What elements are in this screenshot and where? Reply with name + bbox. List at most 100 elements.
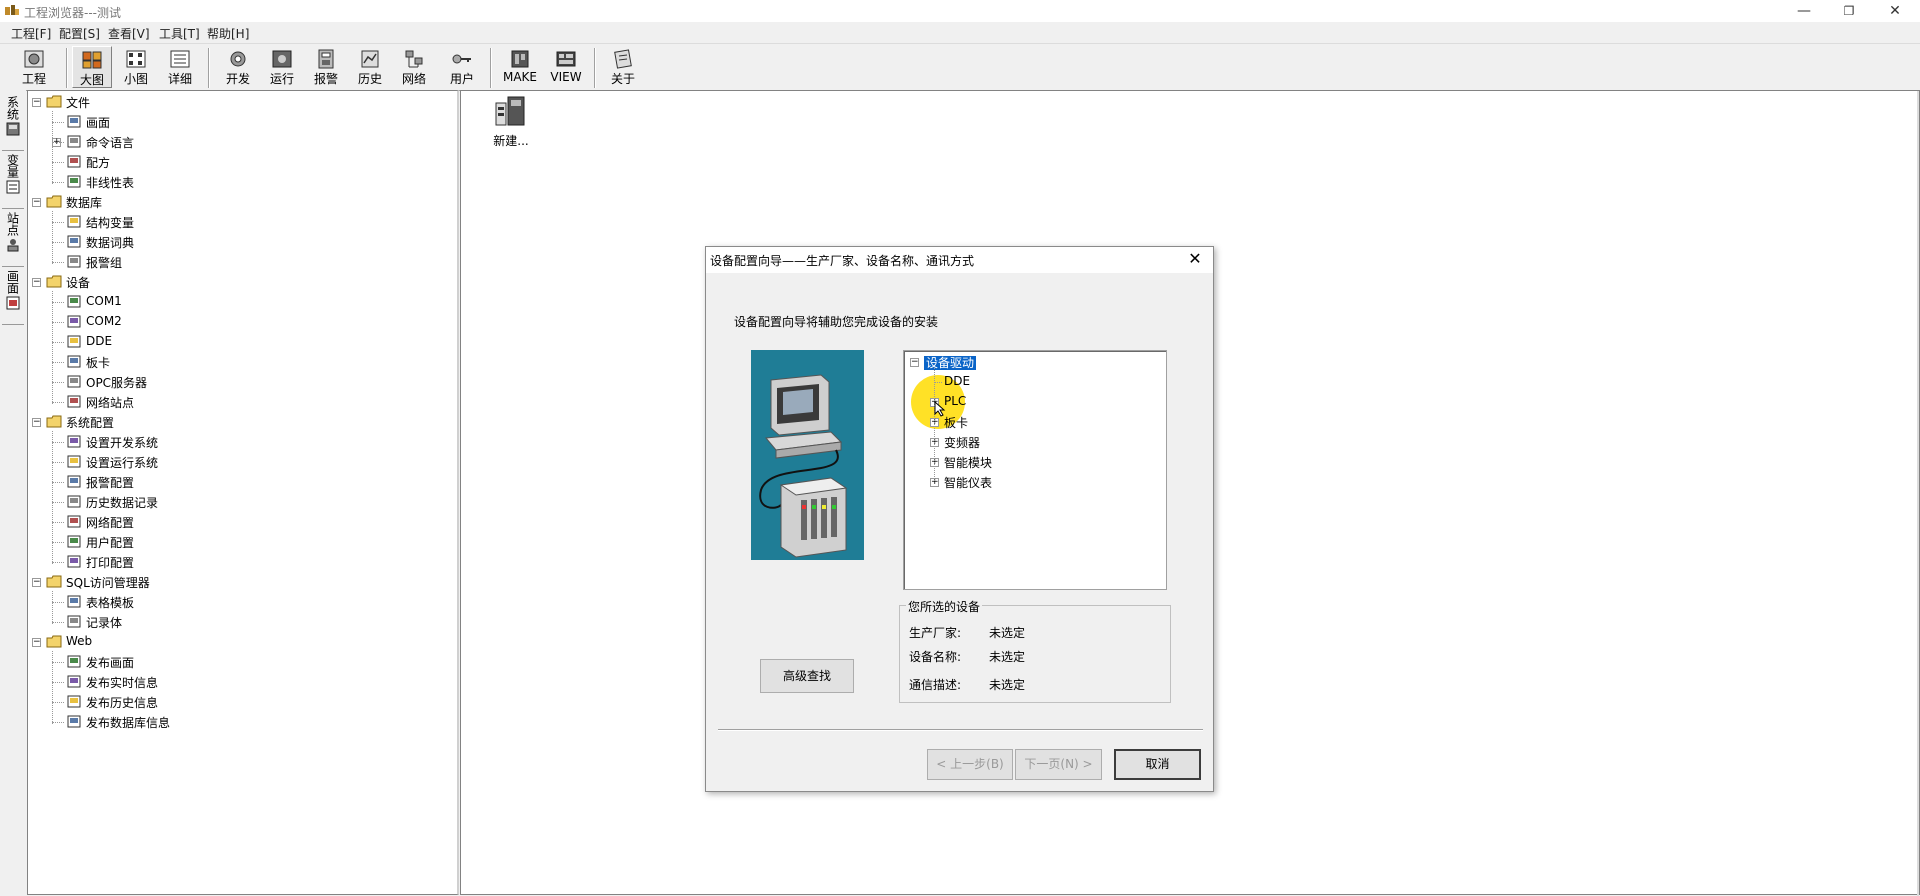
collapse-toggle[interactable]: − <box>32 278 41 287</box>
device-tree-label: 设备驱动 <box>924 356 977 370</box>
tree-label: 数据库 <box>66 196 103 210</box>
item-icon <box>67 695 81 708</box>
minimize-button[interactable]: — <box>1781 0 1827 22</box>
toolbar-alarm-button[interactable]: 报警 <box>306 46 346 88</box>
prev-button[interactable]: < 上一步(B) <box>927 749 1013 780</box>
group-legend: 您所选的设备 <box>906 598 983 615</box>
device-tree-label: DDE <box>944 374 971 388</box>
toolbar-separator <box>490 48 492 88</box>
toolbar-user-button[interactable]: 用户 <box>442 46 482 88</box>
vtab-screens[interactable]: 画面 <box>2 268 24 325</box>
tree-label: 系统配置 <box>66 416 115 430</box>
folder-icon <box>46 195 62 208</box>
tree-connector <box>52 402 64 403</box>
new-item[interactable]: 新建... <box>481 95 541 149</box>
next-button[interactable]: 下一页(N) > <box>1015 749 1102 780</box>
tree-label: 发布实时信息 <box>86 676 159 690</box>
device-tree-item[interactable]: 板卡 <box>944 414 968 430</box>
toolbar-develop-button[interactable]: 开发 <box>218 46 258 88</box>
collapse-toggle[interactable]: − <box>32 198 41 207</box>
device-driver-tree[interactable]: 设备驱动−DDEPLC+板卡+变频器+智能模块+智能仪表+ <box>903 350 1167 590</box>
collapse-toggle[interactable]: − <box>32 98 41 107</box>
toolbar-make-button[interactable]: MAKE <box>500 46 540 88</box>
item-icon <box>67 155 81 168</box>
comm-value: 未选定 <box>989 678 1026 692</box>
item-icon <box>67 435 81 448</box>
toolbar-large-icons-button[interactable]: 大图 <box>72 46 112 88</box>
tree-label: 板卡 <box>86 356 111 370</box>
vtab-stations[interactable]: 站点 <box>2 210 24 267</box>
toolbar-run-button[interactable]: 运行 <box>262 46 302 88</box>
device-tree-item[interactable]: 智能模块 <box>944 454 992 470</box>
menu-tools[interactable]: 工具[T] <box>159 25 200 42</box>
collapse-toggle[interactable]: − <box>32 638 41 647</box>
tree-connector <box>52 502 64 503</box>
run-icon <box>272 50 292 68</box>
device-tree-root[interactable]: 设备驱动 <box>924 354 977 370</box>
device-tree-item[interactable]: PLC <box>944 394 966 410</box>
maximize-button[interactable]: ❐ <box>1826 0 1872 22</box>
tree-label: Web <box>66 634 93 648</box>
project-icon <box>24 50 44 68</box>
vtab-variables[interactable]: 变量 <box>2 152 24 209</box>
tree-connector <box>52 682 64 683</box>
manufacturer-label: 生产厂家: <box>909 626 962 640</box>
item-icon <box>67 395 81 408</box>
project-tree[interactable]: 文件 − 画面 命令语言 + 配方 非线性表 数据库 − 结构变量 数据词典 报警组 设备 − COM1 CO… <box>27 90 459 895</box>
collapse-toggle[interactable]: − <box>32 578 41 587</box>
toolbar-project-button[interactable]: 工程 <box>14 46 54 88</box>
menu-view[interactable]: 查看[V] <box>108 25 150 42</box>
tree-connector <box>52 431 53 564</box>
window-title: 工程浏览器---测试 <box>24 6 121 20</box>
tree-connector <box>52 291 53 404</box>
device-config-wizard-dialog: 设备配置向导——生产厂家、设备名称、通讯方式 ✕ 设备配置向导将辅助您完成设备的… <box>705 246 1214 792</box>
item-icon <box>67 495 81 508</box>
vertical-tab-strip: 系统 变量 站点 画面 <box>0 90 26 895</box>
tree-label: 结构变量 <box>86 216 135 230</box>
toolbar-view-button[interactable]: VIEW <box>546 46 586 88</box>
folder-icon <box>46 415 62 428</box>
device-tree-item[interactable]: 智能仪表 <box>944 474 992 490</box>
mouse-cursor-icon <box>934 401 946 417</box>
toolbar-separator <box>66 48 68 88</box>
tree-connector <box>52 182 64 183</box>
make-icon <box>511 50 529 68</box>
item-icon <box>67 235 81 248</box>
menu-help[interactable]: 帮助[H] <box>207 25 249 42</box>
toolbar-history-button[interactable]: 历史 <box>350 46 390 88</box>
folder-icon <box>46 635 62 648</box>
tree-label: 设备 <box>66 276 91 290</box>
collapse-toggle[interactable]: − <box>910 358 919 367</box>
cancel-button[interactable]: 取消 <box>1114 749 1201 780</box>
vtab-system[interactable]: 系统 <box>2 94 24 151</box>
dialog-close-button[interactable]: ✕ <box>1185 249 1205 269</box>
small-icons-icon <box>126 50 146 68</box>
tree-connector <box>52 602 64 603</box>
toolbar-network-button[interactable]: 网络 <box>394 46 434 88</box>
toolbar-about-button[interactable]: 关于 <box>603 46 643 88</box>
device-tree-item[interactable]: DDE <box>944 374 970 390</box>
tree-label: 配方 <box>86 156 111 170</box>
close-window-button[interactable]: ✕ <box>1872 0 1918 22</box>
tree-connector <box>52 362 64 363</box>
menu-project[interactable]: 工程[F] <box>11 25 51 42</box>
menu-bar: 工程[F] 配置[S] 查看[V] 工具[T] 帮助[H] <box>0 22 1920 42</box>
item-icon <box>67 555 81 568</box>
item-icon <box>67 375 81 388</box>
folder-icon <box>46 95 62 108</box>
advanced-search-button[interactable]: 高级查找 <box>760 659 854 693</box>
toolbar-detail-button[interactable]: 详细 <box>160 46 200 88</box>
toolbar-separator <box>208 48 210 88</box>
toolbar-small-icons-button[interactable]: 小图 <box>116 46 156 88</box>
menu-config[interactable]: 配置[S] <box>59 25 100 42</box>
tree-connector <box>52 622 64 623</box>
tree-connector <box>52 162 64 163</box>
tree-label: 非线性表 <box>86 176 135 190</box>
alarm-icon <box>318 49 334 69</box>
item-icon <box>67 615 81 628</box>
collapse-toggle[interactable]: − <box>32 418 41 427</box>
tree-connector <box>52 382 64 383</box>
device-tree-item[interactable]: 变频器 <box>944 434 980 450</box>
tree-connector <box>52 662 64 663</box>
item-icon <box>67 355 81 368</box>
